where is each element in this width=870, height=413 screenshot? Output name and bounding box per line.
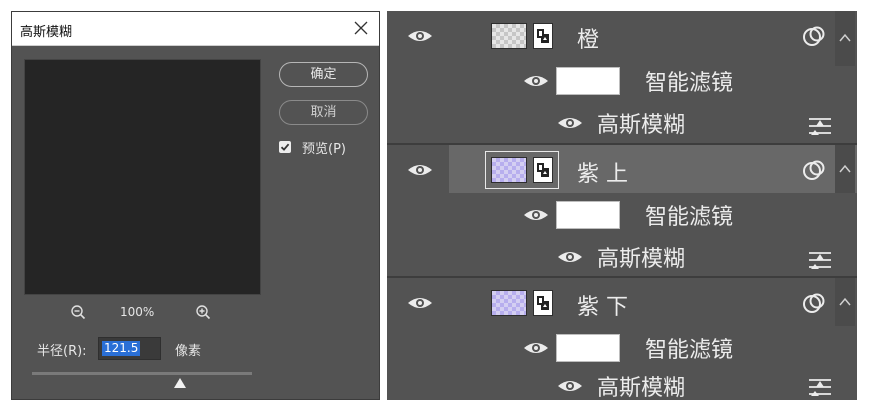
smart-object-icon: [533, 290, 553, 316]
eye-icon[interactable]: [407, 28, 433, 44]
filter-row[interactable]: 高斯模糊: [387, 368, 857, 400]
eye-icon[interactable]: [557, 249, 583, 265]
eye-icon[interactable]: [523, 73, 549, 89]
filter-options-icon[interactable]: [807, 115, 833, 137]
smart-filters-label: 智能滤镜: [645, 71, 734, 96]
eye-icon[interactable]: [407, 162, 433, 178]
eye-icon[interactable]: [407, 295, 433, 311]
radius-value: 121.5: [102, 341, 141, 356]
zoom-out-icon[interactable]: [70, 304, 86, 320]
radius-unit: 像素: [175, 344, 202, 359]
filter-mask-thumbnail[interactable]: [556, 67, 620, 95]
radius-label: 半径(R):: [37, 344, 87, 359]
collapse-column[interactable]: [835, 145, 855, 193]
layer-name: 紫 上: [577, 162, 628, 187]
smart-filters-row[interactable]: 智能滤镜: [387, 193, 857, 235]
radius-slider-track[interactable]: [32, 372, 252, 375]
layer-name: 橙: [577, 28, 600, 53]
dialog-title-bar: 高斯模糊: [12, 12, 379, 46]
preview-label: 预览(P): [302, 142, 346, 157]
smart-object-icon: [533, 23, 553, 49]
eye-icon[interactable]: [523, 207, 549, 223]
filter-mask-thumbnail[interactable]: [556, 334, 620, 362]
fx-icon[interactable]: [802, 292, 826, 314]
fx-icon[interactable]: [802, 159, 826, 181]
chevron-up-icon[interactable]: [839, 297, 851, 307]
radius-slider-thumb[interactable]: [174, 378, 186, 388]
smart-filters-label: 智能滤镜: [645, 205, 734, 230]
layer-row[interactable]: 紫 下: [387, 278, 857, 326]
check-icon: [280, 143, 290, 151]
layers-panel: 橙 智能滤镜 高斯模糊 紫 上 智能滤镜 高斯模糊 紫 下 智能滤镜 高斯模糊: [387, 11, 857, 400]
filter-name: 高斯模糊: [597, 247, 686, 272]
close-icon[interactable]: [353, 20, 369, 36]
blur-preview[interactable]: [24, 59, 261, 295]
filter-options-icon[interactable]: [807, 376, 833, 398]
collapse-column[interactable]: [835, 11, 855, 66]
layer-row[interactable]: 橙: [387, 11, 857, 59]
gaussian-blur-dialog: 高斯模糊 确定 取消 预览(P) 100% 半径(R): 121.5 像素: [11, 11, 380, 400]
layer-thumbnail: [491, 157, 527, 183]
chevron-up-icon[interactable]: [839, 33, 851, 43]
cancel-button[interactable]: 取消: [279, 100, 368, 125]
smart-filters-row[interactable]: 智能滤镜: [387, 59, 857, 101]
filter-mask-thumbnail[interactable]: [556, 201, 620, 229]
filter-name: 高斯模糊: [597, 113, 686, 138]
eye-icon[interactable]: [557, 378, 583, 394]
fx-icon[interactable]: [802, 25, 826, 47]
ok-button[interactable]: 确定: [279, 62, 368, 87]
filter-name: 高斯模糊: [597, 376, 686, 400]
radius-input[interactable]: 121.5: [98, 337, 161, 360]
chevron-up-icon[interactable]: [839, 164, 851, 174]
smart-filters-row[interactable]: 智能滤镜: [387, 326, 857, 368]
zoom-in-icon[interactable]: [195, 304, 211, 320]
filter-row[interactable]: 高斯模糊: [387, 235, 857, 277]
zoom-level: 100%: [120, 305, 155, 319]
dialog-title: 高斯模糊: [20, 25, 73, 40]
filter-options-icon[interactable]: [807, 249, 833, 271]
eye-icon[interactable]: [557, 115, 583, 131]
eye-icon[interactable]: [523, 340, 549, 356]
layer-thumbnail: [491, 290, 527, 316]
layer-thumbnail: [491, 23, 527, 49]
layer-row[interactable]: 紫 上: [387, 145, 857, 193]
collapse-column[interactable]: [835, 278, 855, 326]
layer-name: 紫 下: [577, 295, 628, 320]
preview-checkbox[interactable]: [279, 141, 291, 153]
smart-object-icon: [533, 157, 553, 183]
smart-filters-label: 智能滤镜: [645, 338, 734, 363]
filter-row[interactable]: 高斯模糊: [387, 101, 857, 143]
